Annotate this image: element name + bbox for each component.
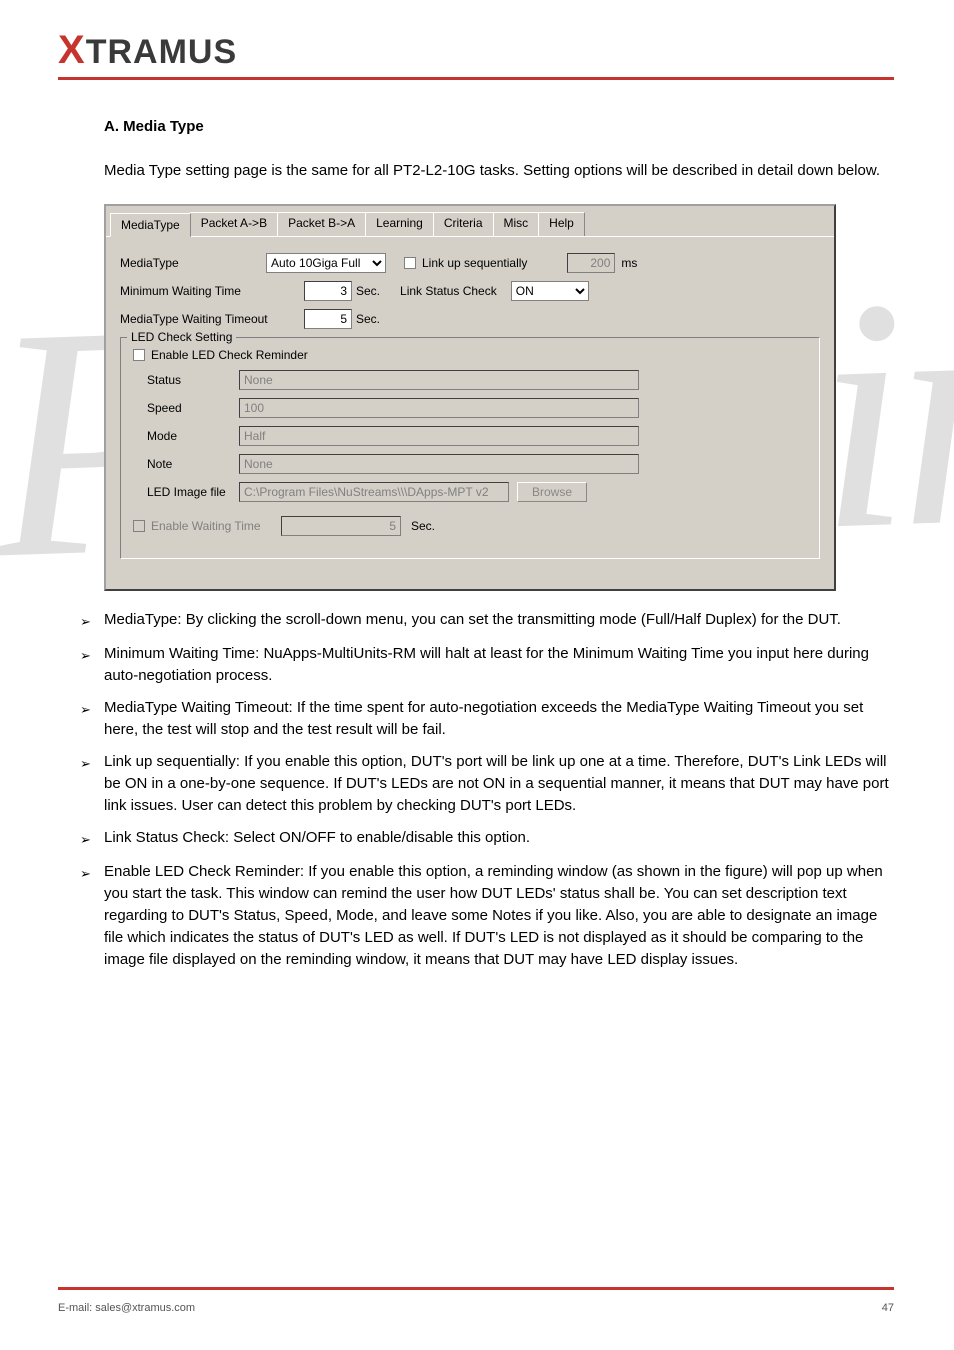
bullet-icon: ➢ bbox=[80, 827, 104, 851]
bullet-icon: ➢ bbox=[80, 643, 104, 687]
speed-input bbox=[239, 398, 639, 418]
bullet-list: ➢MediaType: By clicking the scroll-down … bbox=[80, 609, 894, 971]
bullet-text-5: Enable LED Check Reminder: If you enable… bbox=[104, 861, 894, 971]
section-title: A. Media Type bbox=[104, 116, 894, 138]
status-label: Status bbox=[147, 373, 239, 387]
bullet-text-1: Minimum Waiting Time: NuApps-MultiUnits-… bbox=[104, 643, 894, 687]
tab-criteria[interactable]: Criteria bbox=[433, 212, 494, 236]
speed-label: Speed bbox=[147, 401, 239, 415]
mode-label: Mode bbox=[147, 429, 239, 443]
browse-button[interactable]: Browse bbox=[517, 482, 587, 502]
enable-led-checkbox[interactable] bbox=[133, 349, 145, 361]
bullet-icon: ➢ bbox=[80, 751, 104, 817]
mode-input bbox=[239, 426, 639, 446]
logo-x: X bbox=[58, 28, 86, 72]
tab-panel: MediaType Auto 10Giga Full Link up seque… bbox=[106, 236, 834, 589]
footer-page-number: 47 bbox=[882, 1302, 894, 1314]
waittime-label: Enable Waiting Time bbox=[151, 519, 281, 533]
bullet-text-2: MediaType Waiting Timeout: If the time s… bbox=[104, 697, 894, 741]
linkstatus-label: Link Status Check bbox=[400, 284, 497, 298]
footer-email: E-mail: sales@xtramus.com bbox=[58, 1302, 195, 1314]
timeout-label: MediaType Waiting Timeout bbox=[120, 312, 290, 326]
tab-learning[interactable]: Learning bbox=[365, 212, 434, 236]
section-desc: Media Type setting page is the same for … bbox=[104, 160, 894, 182]
linkup-checkbox[interactable] bbox=[404, 257, 416, 269]
linkstatus-select[interactable]: ON bbox=[511, 281, 589, 301]
led-legend: LED Check Setting bbox=[127, 330, 236, 344]
tab-misc[interactable]: Misc bbox=[493, 212, 540, 236]
bullet-icon: ➢ bbox=[80, 861, 104, 971]
tab-mediatype[interactable]: MediaType bbox=[110, 213, 191, 237]
linkup-label: Link up sequentially bbox=[422, 256, 527, 270]
tab-bar: MediaType Packet A->B Packet B->A Learni… bbox=[106, 206, 834, 236]
mediatype-dialog: MediaType Packet A->B Packet B->A Learni… bbox=[104, 204, 836, 591]
tab-packet-ba[interactable]: Packet B->A bbox=[277, 212, 366, 236]
led-check-fieldset: LED Check Setting Enable LED Check Remin… bbox=[120, 337, 820, 559]
footer-rule bbox=[58, 1287, 894, 1290]
sec-label-1: Sec. bbox=[356, 284, 380, 298]
logo: XTRAMUS bbox=[58, 28, 894, 73]
sec-label-2: Sec. bbox=[356, 312, 380, 326]
waittime-input bbox=[281, 516, 401, 536]
bullet-text-4: Link Status Check: Select ON/OFF to enab… bbox=[104, 827, 894, 851]
minwait-label: Minimum Waiting Time bbox=[120, 284, 266, 298]
imgfile-input bbox=[239, 482, 509, 502]
tab-packet-ab[interactable]: Packet A->B bbox=[190, 212, 278, 236]
bullet-text-0: MediaType: By clicking the scroll-down m… bbox=[104, 609, 894, 633]
bullet-icon: ➢ bbox=[80, 697, 104, 741]
linkup-ms-input[interactable] bbox=[567, 253, 615, 273]
logo-text: TRAMUS bbox=[86, 33, 237, 71]
enable-led-label: Enable LED Check Reminder bbox=[151, 348, 308, 362]
mediatype-select[interactable]: Auto 10Giga Full bbox=[266, 253, 386, 273]
bullet-text-3: Link up sequentially: If you enable this… bbox=[104, 751, 894, 817]
mediatype-label: MediaType bbox=[120, 256, 266, 270]
timeout-input[interactable] bbox=[304, 309, 352, 329]
note-label: Note bbox=[147, 457, 239, 471]
imgfile-label: LED Image file bbox=[147, 485, 239, 499]
status-input bbox=[239, 370, 639, 390]
minwait-input[interactable] bbox=[304, 281, 352, 301]
note-input bbox=[239, 454, 639, 474]
sec-label-3: Sec. bbox=[411, 519, 435, 533]
ms-label: ms bbox=[621, 256, 637, 270]
waittime-checkbox[interactable] bbox=[133, 520, 145, 532]
header-rule bbox=[58, 77, 894, 80]
tab-help[interactable]: Help bbox=[538, 212, 585, 236]
bullet-icon: ➢ bbox=[80, 609, 104, 633]
